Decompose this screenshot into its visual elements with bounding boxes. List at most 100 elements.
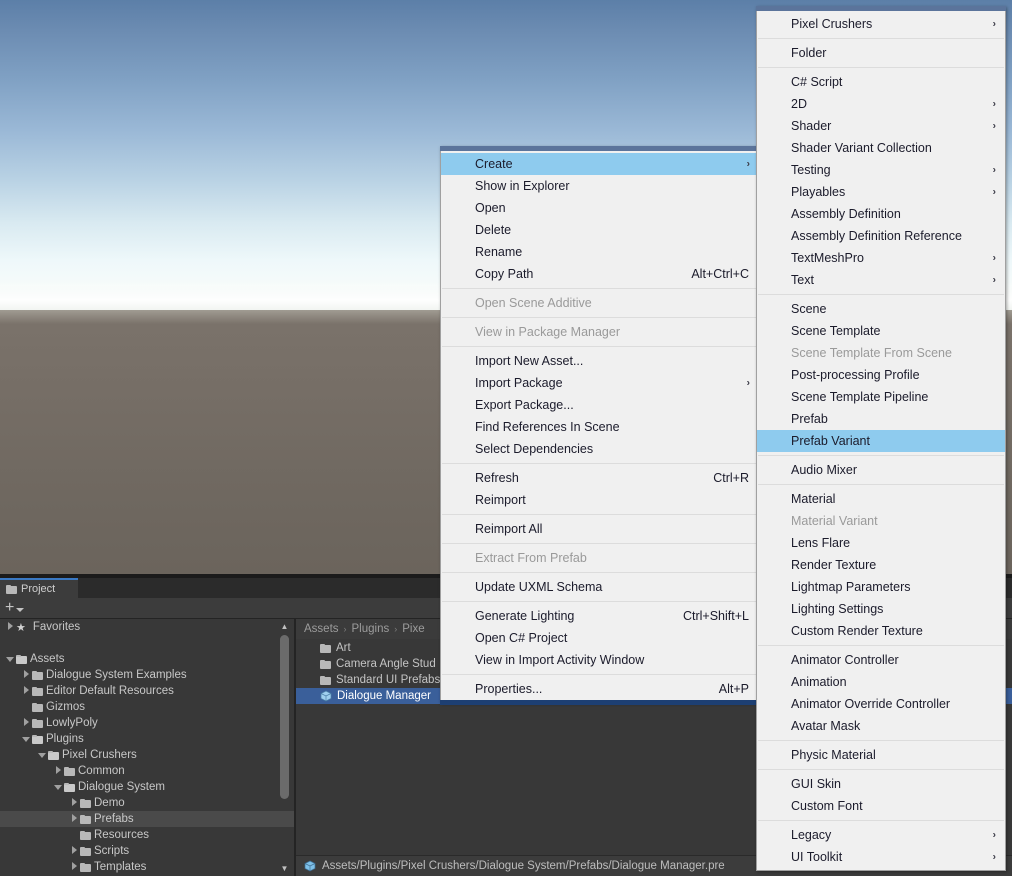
menu-item-open-c-project[interactable]: Open C# Project [441, 627, 759, 649]
menu-item-rename[interactable]: Rename [441, 241, 759, 263]
chevron-down-icon[interactable] [36, 751, 48, 760]
menu-item-c-script[interactable]: C# Script [757, 71, 1005, 93]
menu-item-generate-lighting[interactable]: Generate Lighting Ctrl+Shift+L [441, 605, 759, 627]
tree-item-lowlypoly[interactable]: LowlyPoly [0, 715, 296, 731]
chevron-down-icon[interactable] [20, 735, 32, 744]
menu-item-assembly-definition[interactable]: Assembly Definition [757, 203, 1005, 225]
menu-item-animator-override-controller[interactable]: Animator Override Controller [757, 693, 1005, 715]
tree-scrollbar[interactable]: ▲ ▼ [279, 621, 290, 874]
project-tree-pane[interactable]: ★ Favorites Assets Dialogue System Examples… [0, 619, 296, 876]
menu-item-lightmap-parameters[interactable]: Lightmap Parameters [757, 576, 1005, 598]
menu-item-gui-skin[interactable]: GUI Skin [757, 773, 1005, 795]
chevron-right-icon[interactable] [20, 718, 32, 728]
menu-item-open[interactable]: Open [441, 197, 759, 219]
tab-project[interactable]: Project [0, 578, 78, 598]
scroll-down-icon[interactable]: ▼ [279, 863, 290, 874]
chevron-right-icon[interactable] [20, 686, 32, 696]
tree-item-demo[interactable]: Demo [0, 795, 296, 811]
chevron-right-icon[interactable] [20, 670, 32, 680]
chevron-right-icon[interactable] [68, 814, 80, 824]
menu-item-animator-controller[interactable]: Animator Controller [757, 649, 1005, 671]
chevron-right-icon[interactable] [52, 766, 64, 776]
menu-item-text[interactable]: Text › [757, 269, 1005, 291]
menu-item-refresh[interactable]: Refresh Ctrl+R [441, 467, 759, 489]
tree-item-gizmos[interactable]: Gizmos [0, 699, 296, 715]
chevron-down-icon[interactable] [16, 607, 25, 612]
tree-item-plugins[interactable]: Plugins [0, 731, 296, 747]
menu-item-delete[interactable]: Delete [441, 219, 759, 241]
tree-item-dialogue-system[interactable]: Dialogue System [0, 779, 296, 795]
tree-item-assets[interactable]: Assets [0, 651, 296, 667]
create-submenu[interactable]: Pixel Crushers › Folder C# Script 2D › Shader ›… [756, 6, 1006, 871]
menu-item-create[interactable]: Create › [441, 153, 759, 175]
menu-item-find-references-in-scene[interactable]: Find References In Scene [441, 416, 759, 438]
scroll-up-icon[interactable]: ▲ [279, 621, 290, 632]
menu-item-properties[interactable]: Properties... Alt+P [441, 678, 759, 700]
project-tree: ★ Favorites Assets Dialogue System Examples… [0, 619, 296, 875]
chevron-down-icon[interactable] [52, 783, 64, 792]
menu-item-playables[interactable]: Playables › [757, 181, 1005, 203]
menu-item-folder[interactable]: Folder [757, 42, 1005, 64]
menu-item-physic-material[interactable]: Physic Material [757, 744, 1005, 766]
menu-item-post-processing-profile[interactable]: Post-processing Profile [757, 364, 1005, 386]
tree-item-editor-default-resources[interactable]: Editor Default Resources [0, 683, 296, 699]
chevron-down-icon[interactable] [4, 655, 16, 664]
chevron-right-icon[interactable] [68, 862, 80, 872]
breadcrumb-item-plugins[interactable]: Plugins [352, 623, 390, 635]
chevron-right-icon[interactable] [68, 798, 80, 808]
tree-item-prefabs[interactable]: Prefabs [0, 811, 296, 827]
breadcrumb-item-assets[interactable]: Assets [304, 623, 339, 635]
menu-item-textmeshpro[interactable]: TextMeshPro › [757, 247, 1005, 269]
menu-item-scene-template[interactable]: Scene Template [757, 320, 1005, 342]
menu-separator [442, 346, 758, 347]
menu-item-testing[interactable]: Testing › [757, 159, 1005, 181]
menu-item-shader[interactable]: Shader › [757, 115, 1005, 137]
menu-item-material[interactable]: Material [757, 488, 1005, 510]
menu-item-pixel-crushers[interactable]: Pixel Crushers › [757, 13, 1005, 35]
tree-item-favorites[interactable]: ★ Favorites [0, 619, 296, 635]
menu-item-export-package[interactable]: Export Package... [441, 394, 759, 416]
menu-item-show-in-explorer[interactable]: Show in Explorer [441, 175, 759, 197]
menu-item-import-package[interactable]: Import Package › [441, 372, 759, 394]
menu-item-animation[interactable]: Animation [757, 671, 1005, 693]
menu-item-label: Render Texture [791, 558, 877, 572]
scrollbar-thumb[interactable] [280, 635, 289, 799]
menu-item-2d[interactable]: 2D › [757, 93, 1005, 115]
menu-item-prefab[interactable]: Prefab [757, 408, 1005, 430]
menu-item-custom-font[interactable]: Custom Font [757, 795, 1005, 817]
tree-item-templates[interactable]: Templates [0, 859, 296, 875]
asset-context-menu[interactable]: Create › Show in Explorer Open Delete Rename C… [440, 146, 760, 703]
menu-item-scene[interactable]: Scene [757, 298, 1005, 320]
tree-item-scripts[interactable]: Scripts [0, 843, 296, 859]
tree-item-resources[interactable]: Resources [0, 827, 296, 843]
menu-item-avatar-mask[interactable]: Avatar Mask [757, 715, 1005, 737]
menu-item-prefab-variant[interactable]: Prefab Variant [757, 430, 1005, 452]
menu-item-reimport-all[interactable]: Reimport All [441, 518, 759, 540]
menu-item-lens-flare[interactable]: Lens Flare [757, 532, 1005, 554]
menu-item-lighting-settings[interactable]: Lighting Settings [757, 598, 1005, 620]
menu-item-audio-mixer[interactable]: Audio Mixer [757, 459, 1005, 481]
chevron-right-icon[interactable] [4, 622, 16, 632]
tree-item-pixel-crushers[interactable]: Pixel Crushers [0, 747, 296, 763]
add-asset-button[interactable]: + [5, 600, 14, 616]
menu-item-import-new-asset[interactable]: Import New Asset... [441, 350, 759, 372]
menu-item-view-in-import-activity-window[interactable]: View in Import Activity Window [441, 649, 759, 671]
menu-item-render-texture[interactable]: Render Texture [757, 554, 1005, 576]
menu-item-ui-toolkit[interactable]: UI Toolkit › [757, 846, 1005, 868]
menu-item-label: Material [791, 492, 836, 506]
tree-item-dialogue-system-examples[interactable]: Dialogue System Examples [0, 667, 296, 683]
breadcrumb-item-pixe[interactable]: Pixe [402, 623, 424, 635]
menu-item-select-dependencies[interactable]: Select Dependencies [441, 438, 759, 460]
menu-item-scene-template-pipeline[interactable]: Scene Template Pipeline [757, 386, 1005, 408]
menu-item-legacy[interactable]: Legacy › [757, 824, 1005, 846]
menu-item-reimport[interactable]: Reimport [441, 489, 759, 511]
menu-item-copy-path[interactable]: Copy Path Alt+Ctrl+C [441, 263, 759, 285]
menu-item-shader-variant-collection[interactable]: Shader Variant Collection [757, 137, 1005, 159]
menu-item-custom-render-texture[interactable]: Custom Render Texture [757, 620, 1005, 642]
chevron-right-icon[interactable] [68, 846, 80, 856]
tree-item-common[interactable]: Common [0, 763, 296, 779]
menu-item-update-uxml-schema[interactable]: Update UXML Schema [441, 576, 759, 598]
asset-label: Camera Angle Stud [336, 658, 436, 670]
menu-item-label: Physic Material [791, 748, 876, 762]
menu-item-assembly-definition-reference[interactable]: Assembly Definition Reference [757, 225, 1005, 247]
